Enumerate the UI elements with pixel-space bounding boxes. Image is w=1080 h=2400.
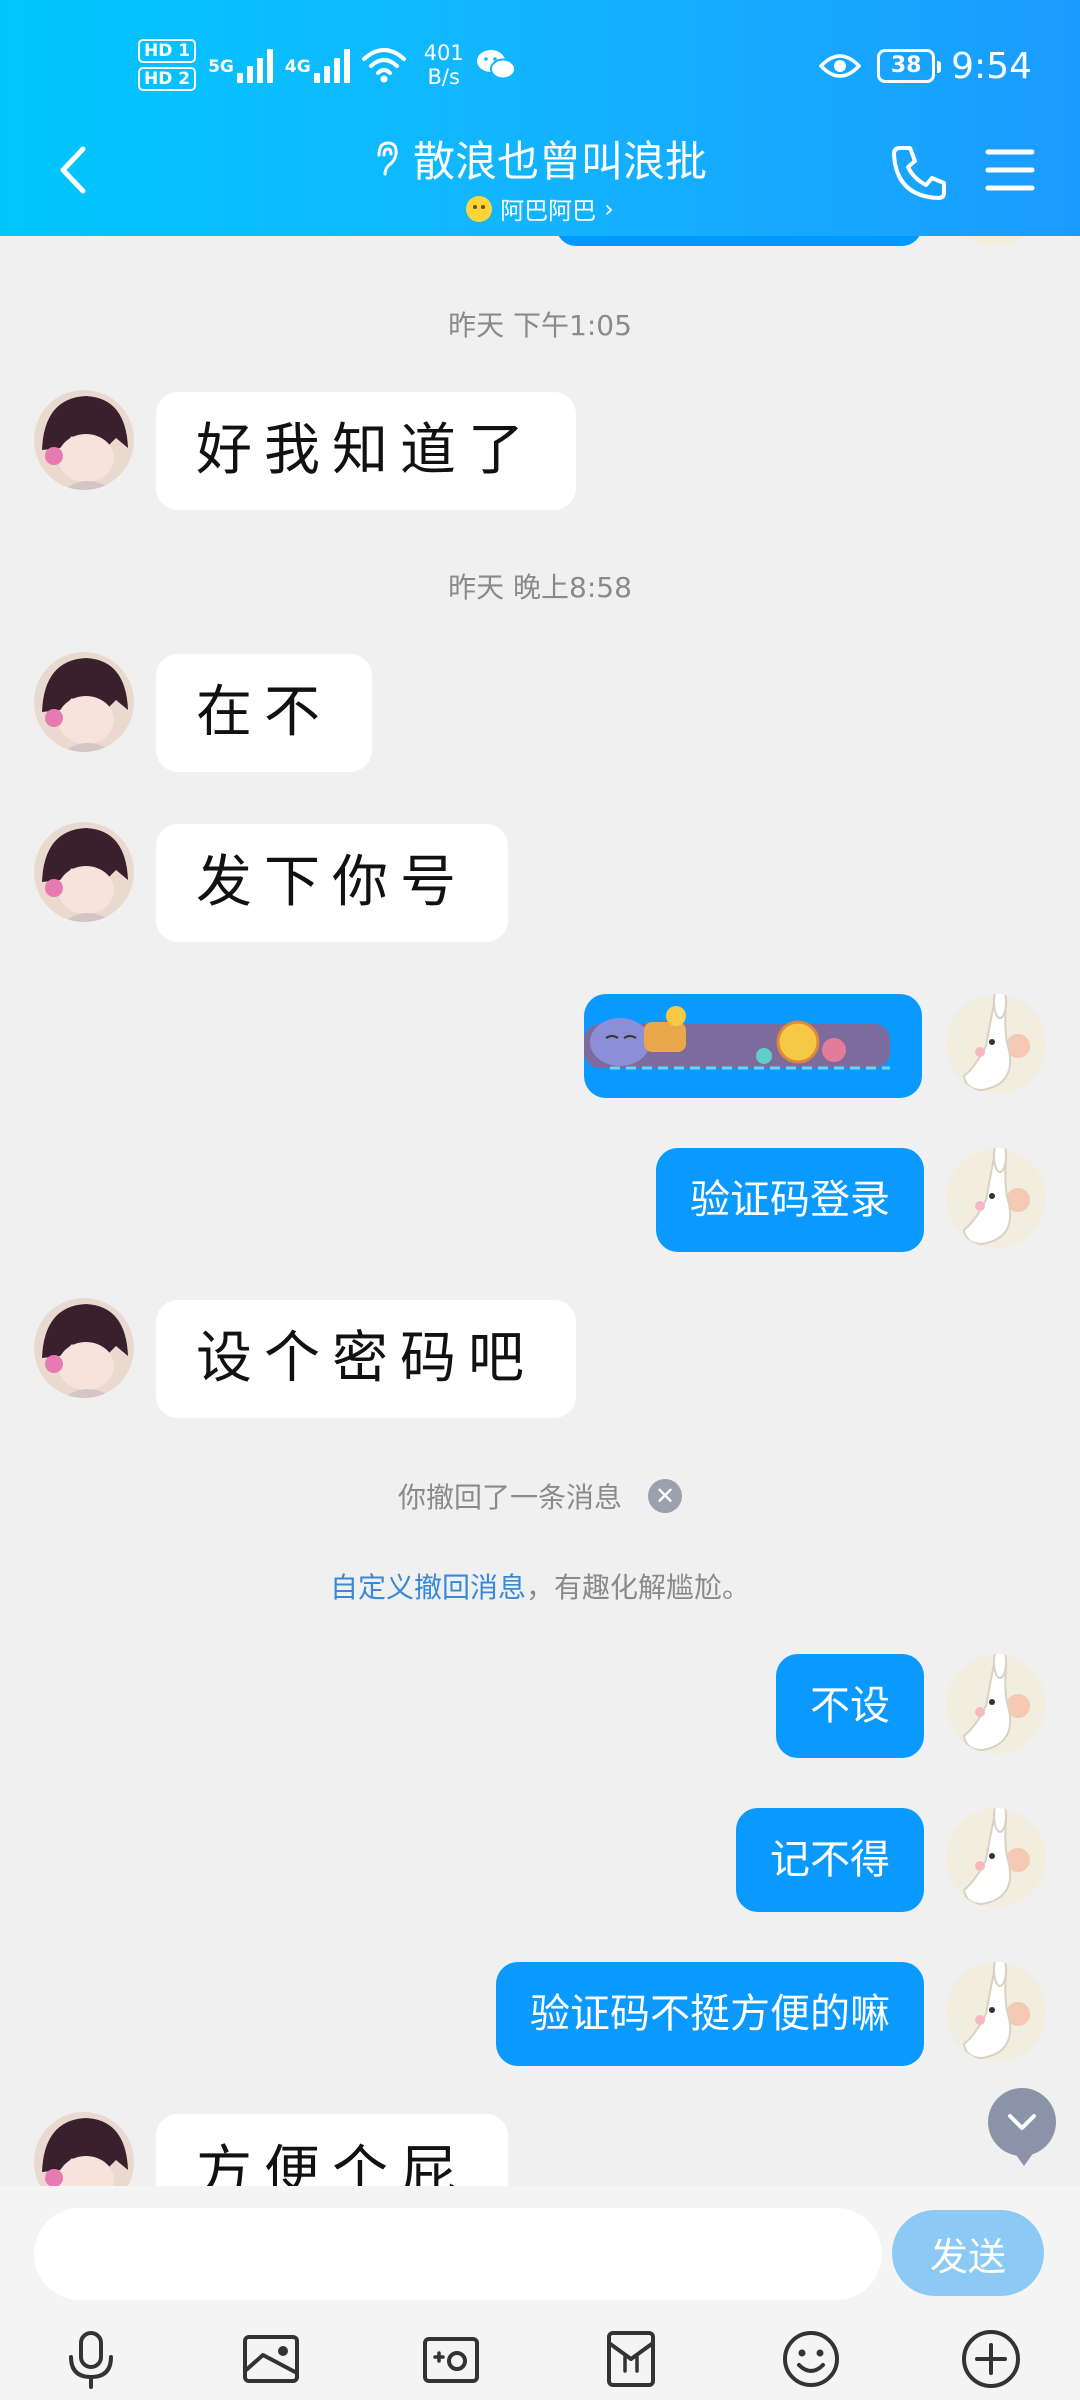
ear-icon bbox=[377, 140, 398, 175]
signal-5g: 5G bbox=[208, 47, 273, 83]
incoming-message[interactable]: 在不 bbox=[156, 654, 372, 772]
title-line: 散浪也曾叫浪批 bbox=[260, 128, 820, 189]
chat-header: HD 1 HD 2 5G 4G 401 B/s 38 9:54 散浪也曾叫浪批 … bbox=[0, 0, 1080, 236]
photo-button[interactable] bbox=[236, 2324, 306, 2394]
menu-button[interactable] bbox=[982, 142, 1038, 198]
timestamp: 昨天 晚上8:58 bbox=[448, 571, 632, 604]
contact-avatar[interactable] bbox=[34, 822, 134, 922]
custom-recall-link[interactable]: 自定义撤回消息 bbox=[330, 1571, 526, 1604]
chevron-right-icon: › bbox=[604, 194, 614, 223]
eye-icon bbox=[819, 54, 862, 78]
timestamp: 昨天 下午1:05 bbox=[448, 309, 632, 342]
input-toolbar bbox=[0, 2316, 1080, 2400]
self-avatar[interactable] bbox=[946, 1808, 1046, 1908]
subtitle-text: 阿巴阿巴 bbox=[500, 197, 597, 225]
net-speed: 401 B/s bbox=[424, 41, 464, 89]
red-packet-icon bbox=[607, 2331, 655, 2387]
camera-button[interactable] bbox=[416, 2324, 486, 2394]
sticker-message[interactable] bbox=[584, 994, 922, 1098]
incoming-message[interactable]: 发下你号 bbox=[156, 824, 508, 942]
previous-message-bubble[interactable] bbox=[556, 236, 922, 246]
menu-icon bbox=[985, 149, 1035, 191]
self-avatar[interactable] bbox=[946, 1654, 1046, 1754]
microphone-icon bbox=[69, 2331, 113, 2389]
chevron-down-icon bbox=[1008, 2114, 1036, 2130]
outgoing-message[interactable]: 不设 bbox=[776, 1654, 924, 1758]
plus-icon bbox=[962, 2330, 1020, 2388]
hd2-badge: HD 2 bbox=[138, 67, 197, 91]
message-list[interactable]: 昨天 下午1:05 好我知道了 昨天 晚上8:58 在不 发下你号 验证码登录 bbox=[0, 236, 1080, 2186]
previous-self-avatar[interactable] bbox=[944, 236, 1044, 246]
self-avatar[interactable] bbox=[946, 994, 1046, 1094]
net-type-4g: 4G bbox=[284, 57, 311, 77]
phone-icon bbox=[892, 146, 946, 200]
status-left: HD 1 HD 2 5G 4G 401 B/s bbox=[138, 30, 516, 100]
sticker-image bbox=[584, 1006, 890, 1070]
emoji-status-icon bbox=[466, 195, 493, 222]
chevron-left-icon bbox=[60, 146, 86, 194]
hd-badges: HD 1 HD 2 bbox=[138, 39, 197, 91]
chat-title: 散浪也曾叫浪批 bbox=[412, 137, 707, 186]
net-type-5g: 5G bbox=[208, 57, 234, 77]
emoji-button[interactable] bbox=[776, 2324, 846, 2394]
clock: 9:54 bbox=[951, 45, 1032, 87]
emoji-icon bbox=[783, 2331, 839, 2387]
contact-avatar[interactable] bbox=[34, 2112, 134, 2186]
self-avatar[interactable] bbox=[946, 1962, 1046, 2062]
incoming-message[interactable]: 设个密码吧 bbox=[156, 1300, 576, 1418]
incoming-message[interactable]: 好我知道了 bbox=[156, 392, 576, 510]
call-button[interactable] bbox=[886, 140, 952, 206]
message-input[interactable] bbox=[34, 2208, 882, 2300]
wifi-icon bbox=[361, 48, 406, 83]
input-area: 发送 bbox=[0, 2186, 1080, 2400]
outgoing-message[interactable]: 验证码登录 bbox=[656, 1148, 924, 1252]
battery-icon: 38 bbox=[877, 49, 942, 83]
recall-notice: 你撤回了一条消息 ✕ bbox=[0, 1476, 1080, 1516]
scroll-to-bottom-button[interactable] bbox=[988, 2088, 1056, 2166]
red-packet-button[interactable] bbox=[596, 2324, 666, 2394]
chat-title-area[interactable]: 散浪也曾叫浪批 阿巴阿巴 › bbox=[260, 128, 820, 226]
outgoing-message[interactable]: 验证码不挺方便的嘛 bbox=[496, 1962, 924, 2066]
more-button[interactable] bbox=[956, 2324, 1026, 2394]
back-button[interactable] bbox=[44, 138, 100, 202]
signal-bars-icon bbox=[236, 47, 273, 83]
net-speed-value: 401 bbox=[423, 41, 464, 65]
camera-icon bbox=[423, 2337, 479, 2383]
close-icon[interactable]: ✕ bbox=[648, 1479, 682, 1513]
hd1-badge: HD 1 bbox=[138, 39, 197, 63]
status-bar: HD 1 HD 2 5G 4G 401 B/s 38 9:54 bbox=[0, 0, 1080, 130]
custom-recall-text: ，有趣化解尴尬。 bbox=[526, 1571, 751, 1604]
signal-bars-icon bbox=[313, 47, 350, 83]
outgoing-message[interactable]: 记不得 bbox=[736, 1808, 924, 1912]
net-speed-unit: B/s bbox=[427, 65, 460, 89]
contact-avatar[interactable] bbox=[34, 1298, 134, 1398]
self-avatar[interactable] bbox=[946, 1148, 1046, 1248]
recall-notice-text: 你撤回了一条消息 bbox=[397, 1481, 622, 1514]
contact-avatar[interactable] bbox=[34, 390, 134, 490]
signal-4g: 4G bbox=[285, 47, 350, 83]
voice-button[interactable] bbox=[56, 2324, 126, 2394]
incoming-message[interactable]: 方便个屁 bbox=[156, 2114, 508, 2186]
contact-avatar[interactable] bbox=[34, 652, 134, 752]
image-icon bbox=[243, 2335, 299, 2383]
status-right: 38 9:54 bbox=[819, 38, 1032, 94]
send-button[interactable]: 发送 bbox=[892, 2210, 1044, 2296]
wechat-icon bbox=[476, 50, 516, 80]
chat-subtitle[interactable]: 阿巴阿巴 › bbox=[260, 191, 820, 226]
custom-recall-hint: 自定义撤回消息，有趣化解尴尬。 bbox=[0, 1566, 1080, 1606]
